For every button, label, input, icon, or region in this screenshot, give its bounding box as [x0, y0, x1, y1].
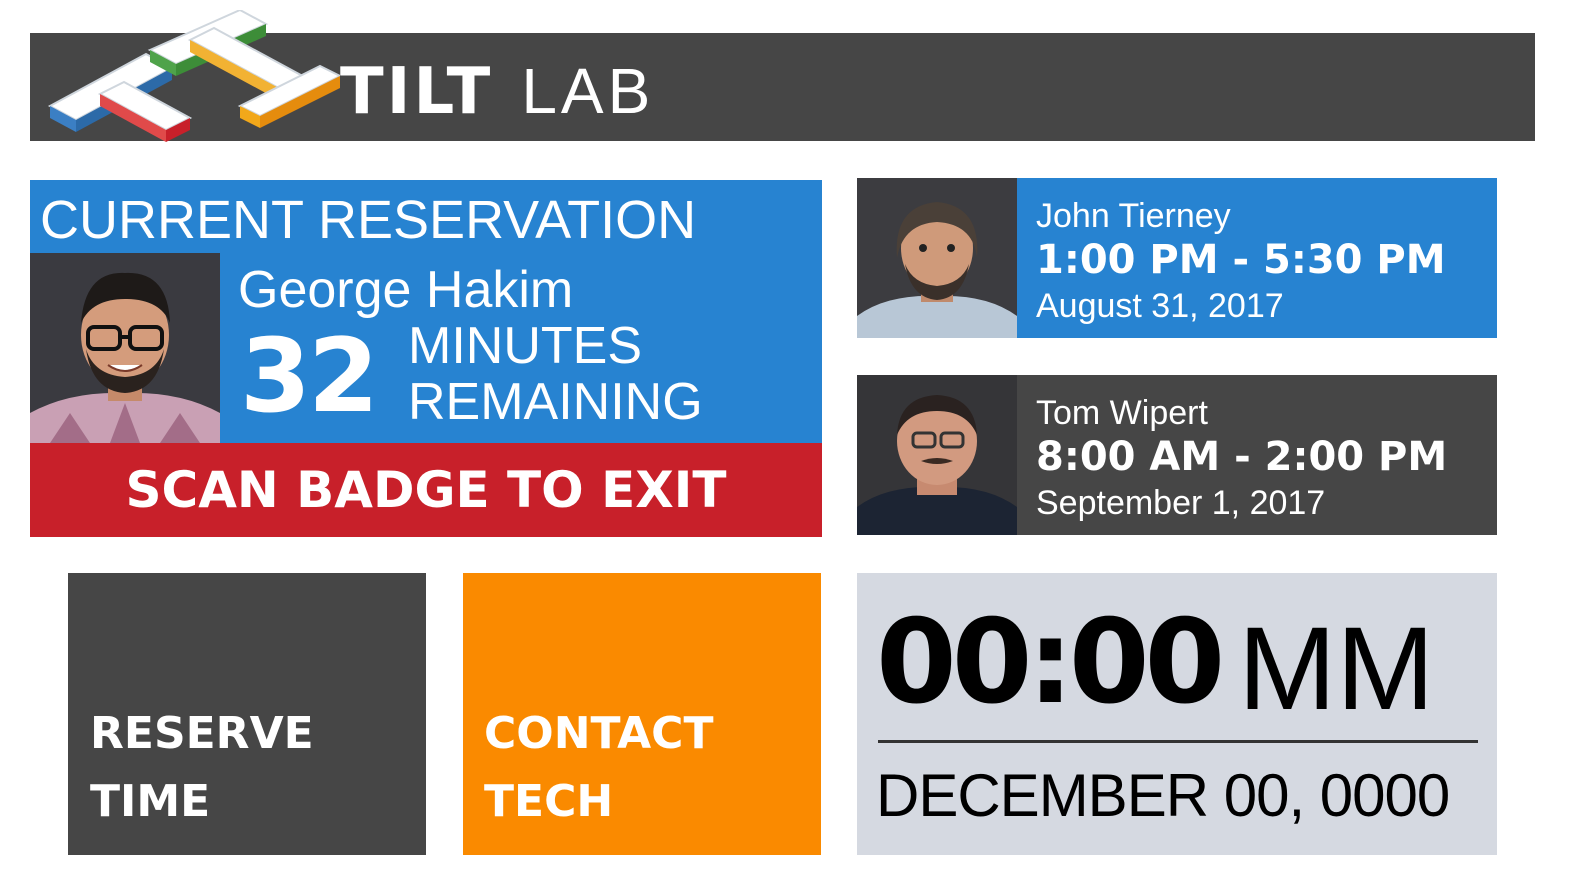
reservation-time-range: 1:00 PM - 5:30 PM [1036, 237, 1446, 283]
clock-meridiem: MM [1238, 603, 1435, 735]
clock-time: 00:00 [876, 595, 1225, 730]
reservation-date: September 1, 2017 [1036, 484, 1326, 522]
scan-badge-exit-label: SCAN BADGE TO EXIT [125, 461, 727, 519]
current-reservation-label: CURRENT RESERVATION [40, 190, 697, 250]
minutes-remaining-label: MINUTES REMAINING [408, 318, 703, 430]
contact-tech-label-line2: TECH [484, 776, 614, 827]
reserve-time-label-line2: TIME [90, 776, 211, 827]
clock-date: DECEMBER 00, 0000 [876, 762, 1450, 829]
current-user-avatar [30, 253, 220, 443]
brand-title: TILT LAB [340, 54, 655, 129]
reservation-user-name: Tom Wipert [1036, 394, 1208, 432]
current-user-name: George Hakim [238, 261, 574, 319]
minutes-label-line2: REMAINING [408, 373, 703, 431]
brand-title-bold: TILT [340, 55, 494, 129]
brand-title-light: LAB [521, 55, 655, 127]
minutes-remaining-value: 32 [240, 317, 379, 436]
scan-badge-exit-banner: SCAN BADGE TO EXIT [30, 443, 822, 537]
contact-tech-label-line1: CONTACT [484, 708, 714, 759]
reservation-date: August 31, 2017 [1036, 287, 1284, 325]
reserve-time-label-line1: RESERVE [90, 708, 314, 759]
reservation-user-name: John Tierney [1036, 197, 1231, 235]
clock-divider [878, 740, 1478, 743]
tilt-lab-logo-icon [40, 8, 343, 160]
reservation-time-range: 8:00 AM - 2:00 PM [1036, 434, 1448, 480]
reservation-user-avatar [857, 178, 1017, 338]
minutes-label-line1: MINUTES [408, 317, 642, 375]
reservation-user-avatar [857, 375, 1017, 535]
